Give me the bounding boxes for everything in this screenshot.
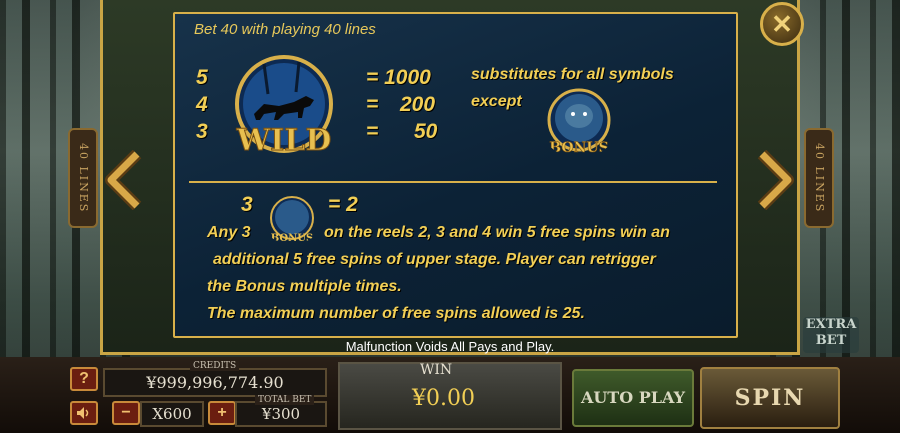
bonus-payout: = 2 xyxy=(328,193,358,216)
auto-play-button[interactable]: AUTO PLAY xyxy=(572,369,694,427)
malfunction-disclaimer: Malfunction Voids All Pays and Play. xyxy=(345,339,555,354)
bonus-rule-prefix: Any 3 xyxy=(207,224,251,241)
credits-value: ¥999,996,774.90 xyxy=(146,373,284,392)
increase-bet-button[interactable]: + xyxy=(208,401,236,425)
section-divider xyxy=(189,181,717,183)
wild-symbol-label: WILD xyxy=(236,123,332,158)
wild-count-5: 5 xyxy=(196,66,208,89)
next-page-arrow-icon[interactable] xyxy=(752,150,796,210)
extra-bet-button[interactable]: EXTRA BET xyxy=(803,317,859,353)
previous-page-arrow-icon[interactable] xyxy=(103,150,147,210)
wild-equals-4: = xyxy=(366,93,379,116)
bet-description: Bet 40 with playing 40 lines xyxy=(194,21,376,38)
wild-count-3: 3 xyxy=(196,120,208,143)
lines-indicator-right: 40 LINES xyxy=(804,128,834,228)
wild-payout-3: 50 xyxy=(414,120,438,143)
wild-equals-3: = xyxy=(366,120,379,143)
win-label: WIN xyxy=(420,362,453,378)
credits-label: CREDITS xyxy=(190,361,240,371)
help-button[interactable]: ? xyxy=(70,367,98,391)
wild-except: except xyxy=(471,93,522,110)
bet-multiplier-display: X600 xyxy=(140,401,204,427)
wild-symbol-icon: WILD xyxy=(235,55,333,159)
bonus-rule-line2: additional 5 free spins of upper stage. … xyxy=(213,251,656,268)
bonus-count: 3 xyxy=(241,193,253,216)
spin-button[interactable]: SPIN xyxy=(700,367,840,429)
speaker-icon xyxy=(77,407,89,419)
total-bet-label: TOTAL BET xyxy=(255,395,315,405)
bonus-rule-line3: the Bonus multiple times. xyxy=(207,278,402,295)
wild-count-4: 4 xyxy=(196,93,208,116)
bonus-rule-line1: on the reels 2, 3 and 4 win 5 free spins… xyxy=(324,224,670,241)
win-value: ¥0.00 xyxy=(412,386,475,411)
bonus-small-icon: BONUS xyxy=(270,196,314,244)
wild-description: substitutes for all symbols xyxy=(471,66,674,83)
wild-payout-4: 200 xyxy=(400,93,436,116)
close-button[interactable]: ✕ xyxy=(760,2,804,46)
bonus-rule-max: The maximum number of free spins allowed… xyxy=(207,305,585,322)
credits-display: ¥999,996,774.90 xyxy=(103,368,327,397)
lines-indicator-left: 40 LINES xyxy=(68,128,98,228)
sound-button[interactable] xyxy=(70,401,98,425)
decrease-bet-button[interactable]: − xyxy=(112,401,140,425)
bonus-symbol-icon: BONUS xyxy=(547,88,611,156)
wild-payout-5: = 1000 xyxy=(366,66,431,89)
